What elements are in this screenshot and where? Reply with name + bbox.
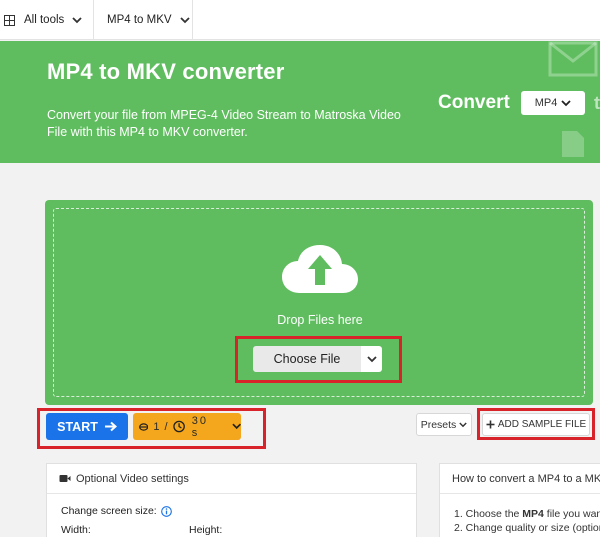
highlight-box-start <box>37 408 266 449</box>
how-to-panel: How to convert a MP4 to a MKV 1. Choose … <box>439 463 600 537</box>
highlight-box-add-sample <box>477 408 595 440</box>
chevron-down-icon <box>72 16 82 23</box>
all-tools-menu[interactable]: All tools <box>4 0 92 40</box>
envelope-icon <box>548 41 598 77</box>
current-tool-menu[interactable]: MP4 to MKV <box>107 0 190 40</box>
page-title: MP4 to MKV converter <box>47 59 285 84</box>
chevron-down-icon <box>561 99 571 106</box>
video-camera-icon <box>59 475 71 482</box>
height-label: Height: <box>189 524 223 536</box>
width-label: Width: <box>61 524 91 536</box>
how-to-step-2: 2. Change quality or size (optional) <box>454 522 600 534</box>
top-navigation: All tools MP4 to MKV <box>0 0 600 40</box>
video-settings-panel: Optional Video settings Change screen si… <box>46 463 417 537</box>
nav-divider <box>93 0 94 40</box>
grid-icon <box>4 14 15 26</box>
presets-button[interactable]: Presets <box>416 413 472 436</box>
hero-banner: t MP4 to MKV converter Convert your file… <box>0 41 600 163</box>
arrow-decoration-icon: t <box>594 93 600 113</box>
convert-label: Convert <box>438 92 510 113</box>
change-screen-size-row: Change screen size: <box>61 505 172 517</box>
step1-suffix: file you want <box>543 508 600 520</box>
source-format-select[interactable]: MP4 <box>521 91 585 115</box>
chevron-down-icon <box>459 421 468 427</box>
how-to-header: How to convert a MP4 to a MKV <box>440 464 600 494</box>
how-to-title: How to convert a MP4 to a MKV <box>452 472 600 485</box>
source-format-value: MP4 <box>534 97 558 109</box>
video-settings-header: Optional Video settings <box>47 464 416 494</box>
document-icon <box>562 131 584 157</box>
change-screen-size-label: Change screen size: <box>61 505 157 517</box>
page-description: Convert your file from MPEG-4 Video Stre… <box>47 108 401 139</box>
step1-format: MP4 <box>522 508 544 520</box>
highlight-box-choose-file <box>235 336 402 383</box>
info-icon[interactable] <box>160 505 172 517</box>
how-to-step-1: 1. Choose the MP4 file you want <box>454 508 600 520</box>
chevron-down-icon <box>179 16 190 23</box>
video-settings-title: Optional Video settings <box>76 472 189 485</box>
cloud-upload-icon <box>282 245 358 293</box>
presets-label: Presets <box>420 418 457 431</box>
all-tools-label: All tools <box>24 14 65 26</box>
nav-divider <box>192 0 193 40</box>
drop-files-text: Drop Files here <box>277 313 363 327</box>
step1-prefix: 1. Choose the <box>454 508 523 520</box>
current-tool-label: MP4 to MKV <box>107 14 172 26</box>
